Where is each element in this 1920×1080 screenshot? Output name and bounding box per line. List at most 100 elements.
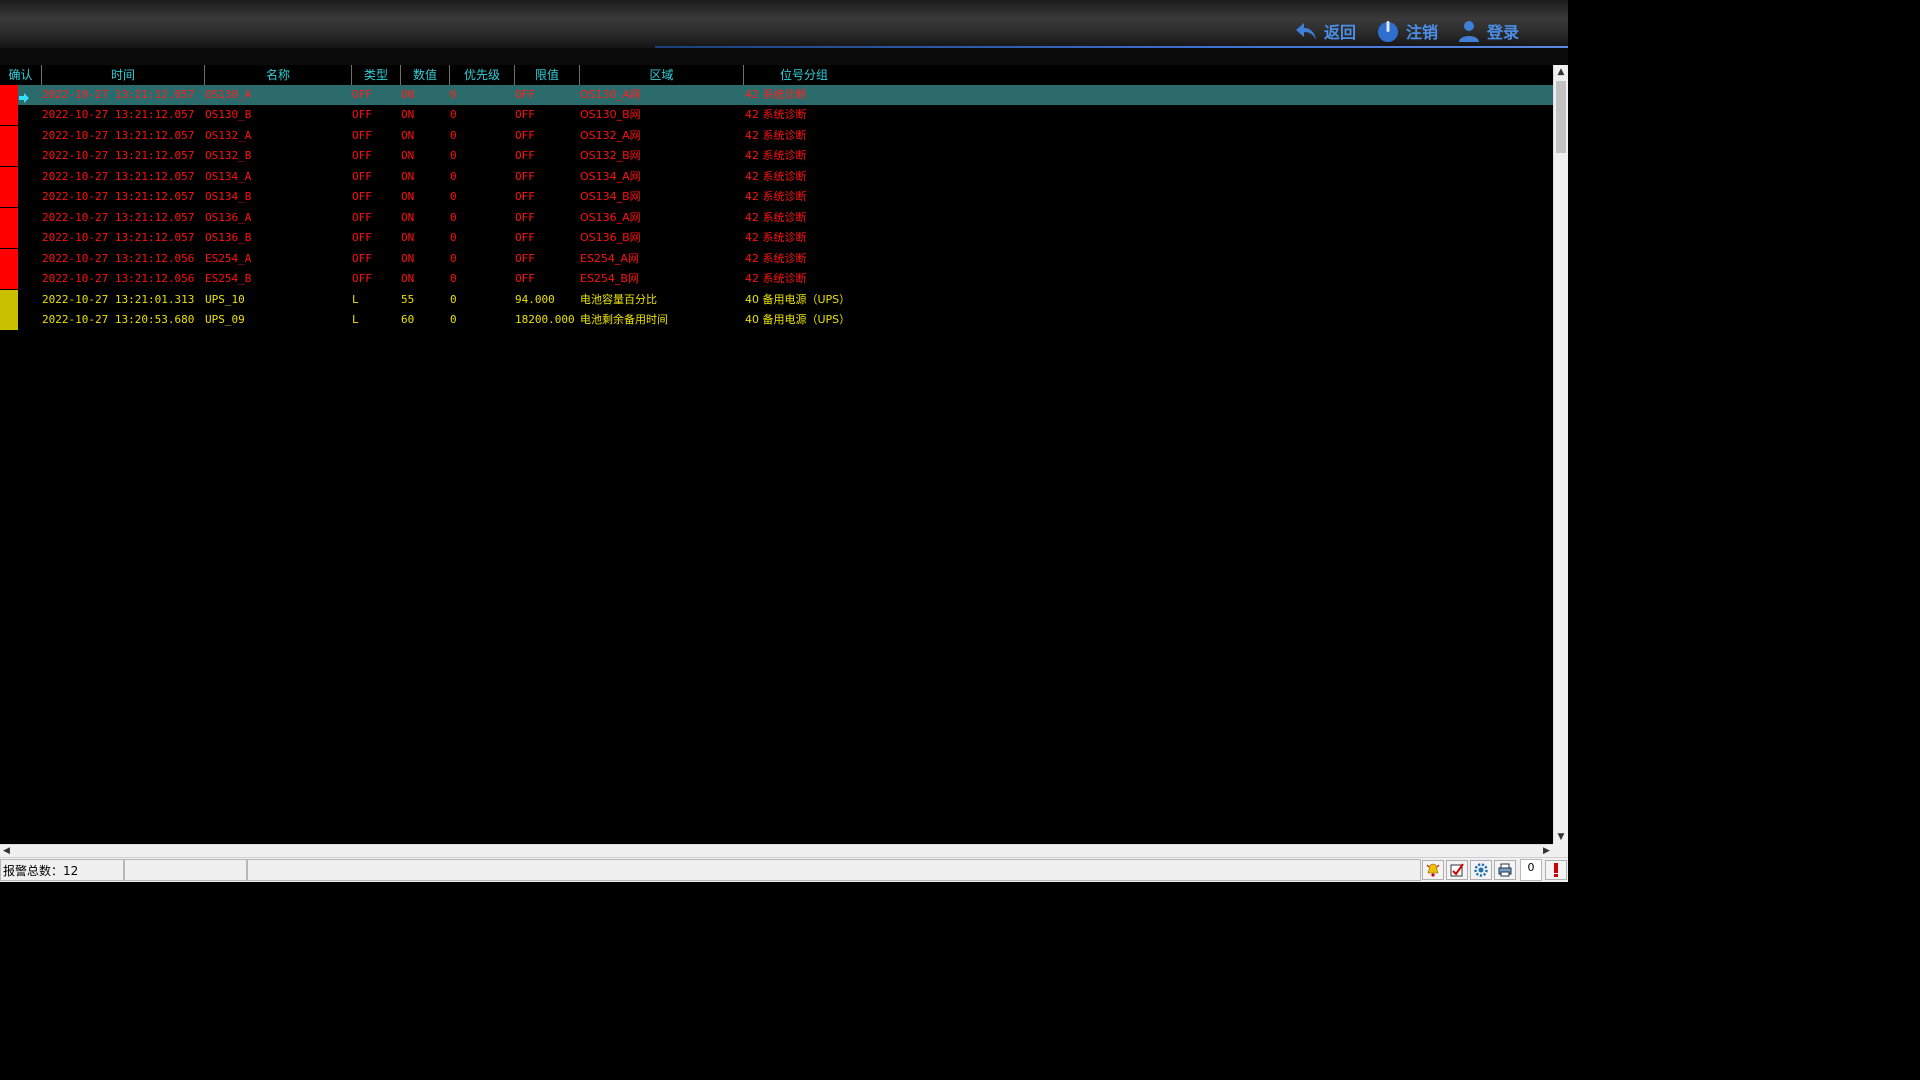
cell-type: OFF	[352, 231, 372, 245]
cell-value: ON	[401, 272, 415, 286]
cell-time: 2022-10-27 13:21:12.056	[42, 251, 195, 265]
cell-type: OFF	[352, 190, 372, 204]
cell-limit: 94.000	[515, 292, 555, 306]
column-header-type[interactable]: 类型	[352, 65, 401, 85]
ack-status-cell[interactable]	[0, 228, 18, 249]
ack-status-cell[interactable]	[0, 248, 18, 269]
table-row[interactable]: 2022-10-27 13:21:12.056 ES254_A OFF ON 0 OFF E…	[0, 248, 1553, 269]
table-row[interactable]: 2022-10-27 13:21:12.057 OS130_A OFF ON 0 OFF O…	[0, 85, 1553, 105]
cell-name: OS134_A	[205, 169, 252, 183]
ack-status-cell[interactable]	[0, 125, 18, 146]
bell-alarm-icon[interactable]	[1422, 860, 1444, 880]
table-row[interactable]: 2022-10-27 13:21:12.057 OS132_B OFF ON 0 OFF O…	[0, 146, 1553, 167]
cell-time: 2022-10-27 13:21:12.057	[42, 128, 195, 142]
column-header-ack[interactable]: 确认	[0, 65, 42, 85]
cell-limit: OFF	[515, 231, 535, 245]
cell-group: 42 系统诊断	[745, 251, 807, 265]
print-icon[interactable]	[1494, 860, 1516, 880]
ack-status-cell[interactable]	[0, 105, 18, 126]
cell-value: ON	[401, 210, 415, 224]
cell-value: ON	[401, 88, 415, 101]
cell-priority: 0	[450, 272, 457, 286]
cell-value: ON	[401, 251, 415, 265]
cell-limit: OFF	[515, 190, 535, 204]
cell-group: 42 系统诊断	[745, 88, 807, 101]
cell-group: 42 系统诊断	[745, 108, 807, 122]
ack-status-cell[interactable]	[0, 85, 18, 105]
cell-group: 42 系统诊断	[745, 272, 807, 286]
cell-value: ON	[401, 149, 415, 163]
column-header-time[interactable]: 时间	[42, 65, 205, 85]
column-header-value[interactable]: 数值	[401, 65, 450, 85]
cell-group: 40 备用电源（UPS）	[745, 312, 851, 326]
acknowledge-icon[interactable]	[1446, 860, 1468, 880]
cell-priority: 0	[450, 149, 457, 163]
cell-name: ES254_A	[205, 251, 252, 265]
cell-area: ES254_A网	[580, 251, 639, 265]
table-row[interactable]: 2022-10-27 13:21:12.057 OS134_A OFF ON 0 OFF O…	[0, 166, 1553, 187]
ack-status-cell[interactable]	[0, 187, 18, 208]
cell-name: UPS_10	[205, 292, 245, 306]
login-button[interactable]: 登录	[1457, 17, 1519, 45]
back-button[interactable]: 返回	[1294, 17, 1356, 45]
cell-type: L	[352, 312, 359, 326]
column-header-group[interactable]: 位号分组	[744, 65, 864, 85]
cell-name: OS136_B	[205, 231, 252, 245]
ack-status-cell[interactable]	[0, 309, 18, 330]
scrollbar-corner	[1553, 844, 1568, 857]
column-header-priority[interactable]: 优先级	[450, 65, 515, 85]
vertical-scroll-thumb[interactable]	[1556, 81, 1566, 153]
table-row[interactable]: 2022-10-27 13:21:01.313 UPS_10 L 55 0 94.000 电…	[0, 289, 1553, 310]
column-header-name[interactable]: 名称	[205, 65, 352, 85]
cell-name: ES254_B	[205, 272, 252, 286]
table-row[interactable]: 2022-10-27 13:21:12.057 OS136_B OFF ON 0 OFF O…	[0, 228, 1553, 249]
header-subbar	[0, 48, 1568, 65]
table-row[interactable]: 2022-10-27 13:21:12.057 OS134_B OFF ON 0 OFF O…	[0, 187, 1553, 208]
cell-area: OS130_B网	[580, 108, 641, 122]
cell-name: UPS_09	[205, 312, 245, 326]
scroll-up-arrow-icon[interactable]: ▲	[1554, 65, 1568, 79]
cell-type: OFF	[352, 149, 372, 163]
cell-limit: OFF	[515, 108, 535, 122]
logout-button[interactable]: 注销	[1376, 17, 1438, 45]
cell-priority: 0	[450, 190, 457, 204]
table-row[interactable]: 2022-10-27 13:21:12.057 OS130_B OFF ON 0 OFF O…	[0, 105, 1553, 126]
cell-priority: 0	[450, 312, 457, 326]
cell-type: OFF	[352, 169, 372, 183]
cell-time: 2022-10-27 13:20:53.680	[42, 312, 195, 326]
horizontal-scrollbar[interactable]: ◀ ▶	[0, 844, 1553, 857]
cell-priority: 0	[450, 210, 457, 224]
cell-group: 42 系统诊断	[745, 210, 807, 224]
cell-limit: OFF	[515, 210, 535, 224]
ack-status-cell[interactable]	[0, 269, 18, 290]
alarm-count-box: 0	[1520, 859, 1542, 881]
settings-gear-icon[interactable]	[1470, 860, 1492, 880]
cell-limit: OFF	[515, 88, 535, 101]
ack-status-cell[interactable]	[0, 166, 18, 187]
alarm-flag-icon[interactable]	[1545, 860, 1567, 880]
cell-group: 42 系统诊断	[745, 149, 807, 163]
login-label: 登录	[1487, 23, 1520, 42]
ack-status-cell[interactable]	[0, 289, 18, 310]
cell-type: OFF	[352, 108, 372, 122]
cell-group: 42 系统诊断	[745, 169, 807, 183]
column-header-area[interactable]: 区域	[580, 65, 744, 85]
scroll-down-arrow-icon[interactable]: ▼	[1554, 830, 1568, 844]
status-panel-total: 报警总数：12	[0, 859, 124, 881]
cell-time: 2022-10-27 13:21:01.313	[42, 292, 195, 306]
ack-status-cell[interactable]	[0, 146, 18, 167]
table-row[interactable]: 2022-10-27 13:20:53.680 UPS_09 L 60 0 18200.0…	[0, 309, 1553, 330]
cell-priority: 0	[450, 251, 457, 265]
cell-area: 电池剩余备用时间	[580, 312, 668, 326]
vertical-scrollbar[interactable]: ▲ ▼	[1553, 65, 1568, 844]
cell-type: OFF	[352, 88, 372, 101]
cell-limit: OFF	[515, 149, 535, 163]
cell-name: OS130_B	[205, 108, 252, 122]
table-row[interactable]: 2022-10-27 13:21:12.057 OS132_A OFF ON 0 OFF O…	[0, 125, 1553, 146]
table-row[interactable]: 2022-10-27 13:21:12.057 OS136_A OFF ON 0 OFF O…	[0, 207, 1553, 228]
table-row[interactable]: 2022-10-27 13:21:12.056 ES254_B OFF ON 0 OFF E…	[0, 269, 1553, 290]
column-header-limit[interactable]: 限值	[515, 65, 580, 85]
cell-value: 55	[401, 292, 415, 306]
cell-priority: 0	[450, 231, 457, 245]
ack-status-cell[interactable]	[0, 207, 18, 228]
